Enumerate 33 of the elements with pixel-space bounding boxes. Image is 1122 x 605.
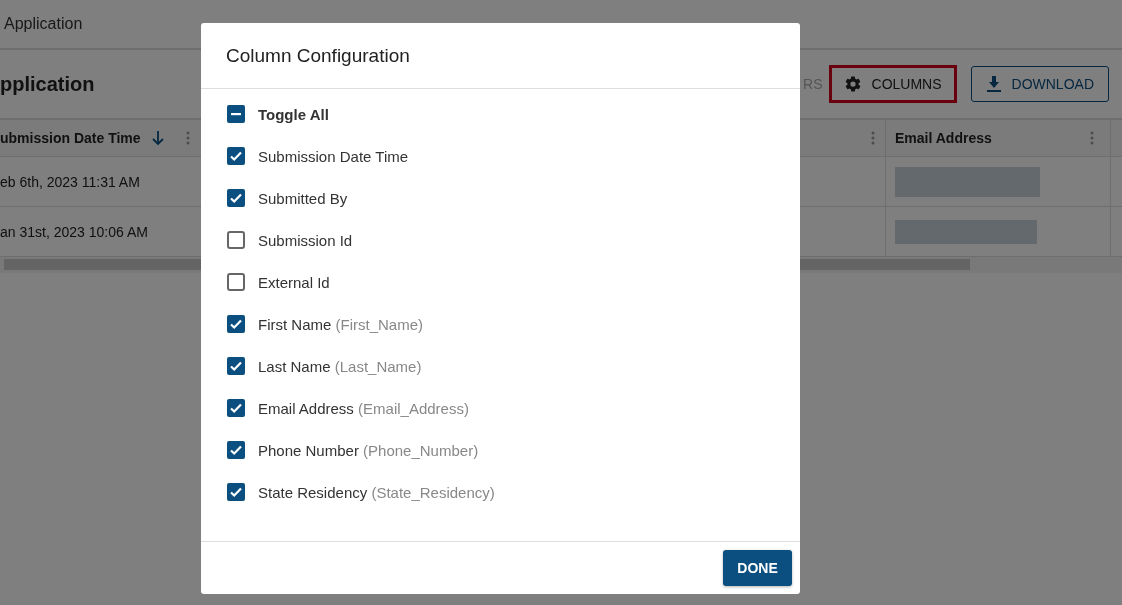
checkbox[interactable]: [227, 441, 245, 459]
checkbox[interactable]: [227, 315, 245, 333]
column-option-label[interactable]: External Id: [258, 273, 330, 291]
dialog-title: Column Configuration: [226, 44, 410, 67]
column-option-label[interactable]: Submitted By: [258, 189, 348, 207]
column-option-label[interactable]: State Residency (State_Residency): [258, 483, 495, 501]
column-header[interactable]: Email Address: [886, 120, 1111, 156]
page-title: pplication: [0, 72, 95, 96]
download-button[interactable]: DOWNLOAD: [970, 66, 1109, 102]
done-button[interactable]: DONE: [723, 550, 792, 586]
column-option-label[interactable]: First Name (First_Name): [258, 315, 424, 333]
columns-button[interactable]: COLUMNS: [828, 65, 957, 103]
breadcrumb[interactable]: Application: [4, 15, 83, 33]
checkbox[interactable]: [227, 483, 245, 501]
download-icon: [985, 75, 1002, 93]
checkbox[interactable]: [227, 357, 245, 375]
table-cell: an 31st, 2023 10:06 AM: [0, 223, 148, 240]
checkbox[interactable]: [227, 189, 245, 207]
checkbox[interactable]: [227, 231, 245, 249]
checkbox[interactable]: [227, 273, 245, 291]
checkbox[interactable]: [227, 147, 245, 165]
column-option-label[interactable]: Email Address (Email_Address): [258, 399, 469, 417]
column-option-label[interactable]: Submission Date Time: [258, 147, 409, 165]
table-cell: eb 6th, 2023 11:31 AM: [0, 173, 140, 190]
gear-icon: [843, 75, 862, 93]
column-header[interactable]: ubmission Date Time: [0, 120, 205, 156]
toggle-all-label[interactable]: Toggle All: [258, 105, 329, 123]
checkbox[interactable]: [227, 105, 245, 123]
column-option-label[interactable]: Last Name (Last_Name): [258, 357, 422, 375]
column-option-label[interactable]: Phone Number (Phone_Number): [258, 441, 479, 459]
sort-arrow-icon[interactable]: [150, 130, 165, 146]
column-option-label[interactable]: Submission Id: [258, 231, 353, 249]
checkbox[interactable]: [227, 399, 245, 417]
